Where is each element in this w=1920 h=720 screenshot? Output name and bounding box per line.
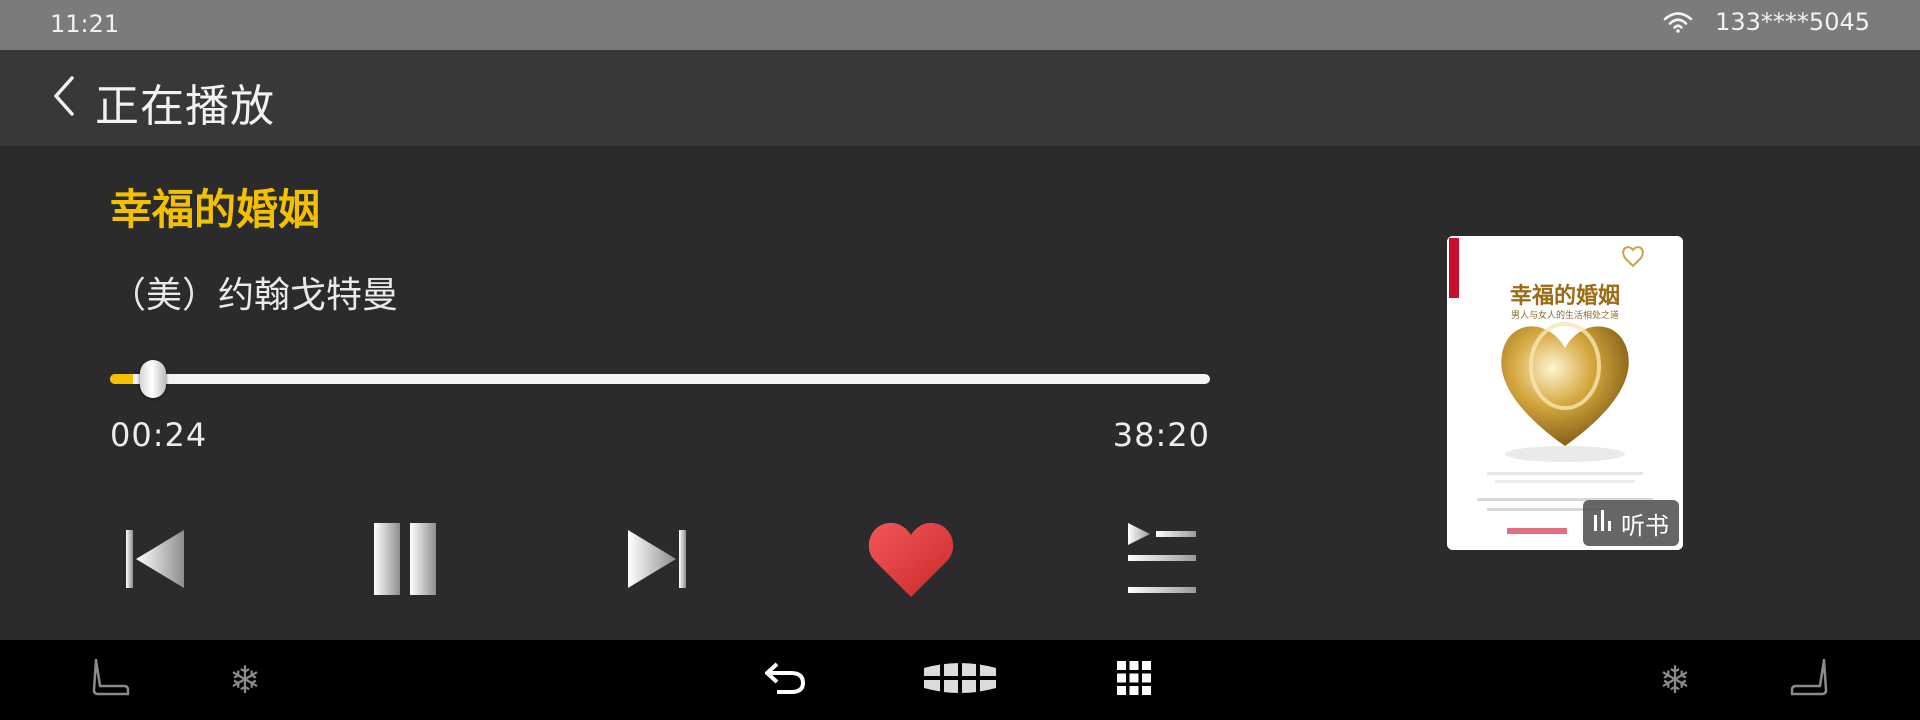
climate-left-button[interactable]: ❄ <box>215 650 275 710</box>
page-title: 正在播放 <box>95 81 275 132</box>
status-right: 133****5045 <box>1663 8 1870 36</box>
listen-badge-label: 听书 <box>1621 511 1669 540</box>
previous-button[interactable] <box>110 516 200 606</box>
author-name: （美）约翰戈特曼 <box>110 275 399 316</box>
return-icon <box>763 658 807 702</box>
book-cover[interactable]: 幸福的婚姻 男人与女人的生活相处之道 听书 <box>1447 236 1683 550</box>
back-button[interactable] <box>44 72 84 124</box>
progress-thumb[interactable] <box>140 360 167 398</box>
snowflake-right-icon: ❄ <box>1659 658 1691 702</box>
climate-right-button[interactable]: ❄ <box>1645 650 1705 710</box>
audio-bars-icon <box>1593 509 1613 537</box>
book-title: 幸福的婚姻 <box>110 185 321 234</box>
bottom-dock: ❄ ❄ <box>0 640 1920 720</box>
cover-title: 幸福的婚姻 <box>1509 284 1620 309</box>
total-duration: 38:20 <box>1112 416 1210 454</box>
seat-right-button[interactable] <box>1780 650 1840 710</box>
seat-left-icon <box>88 656 132 704</box>
listen-badge[interactable]: 听书 <box>1583 500 1679 546</box>
seat-left-button[interactable] <box>80 650 140 710</box>
progress-fill <box>110 374 134 384</box>
home-button[interactable] <box>920 650 1000 710</box>
snowflake-left-icon: ❄ <box>229 658 261 702</box>
status-time: 11:21 <box>50 10 120 38</box>
wifi-icon <box>1663 11 1693 33</box>
progress-slider[interactable] <box>110 360 1210 398</box>
playlist-icon <box>1124 521 1200 601</box>
header: 正在播放 <box>0 50 1920 146</box>
brand-logo-icon <box>920 660 1000 700</box>
skip-previous-icon <box>120 524 190 598</box>
chevron-left-icon <box>50 74 78 122</box>
skip-next-icon <box>622 524 692 598</box>
account-number: 133****5045 <box>1715 8 1870 36</box>
status-bar: 11:21 133****5045 <box>0 0 1920 50</box>
player-panel: 幸福的婚姻 （美）约翰戈特曼 00:24 38:20 幸福的婚姻 男人与女人的生… <box>0 146 1920 640</box>
heart-icon <box>867 519 955 603</box>
next-button[interactable] <box>612 516 702 606</box>
pause-icon <box>370 521 440 601</box>
elapsed-time: 00:24 <box>110 416 208 454</box>
pause-button[interactable] <box>360 516 450 606</box>
cover-subtitle: 男人与女人的生活相处之道 <box>1510 311 1619 321</box>
seat-right-icon <box>1788 656 1832 704</box>
playlist-button[interactable] <box>1117 516 1207 606</box>
favorite-button[interactable] <box>866 516 956 606</box>
apps-button[interactable] <box>1104 650 1164 710</box>
app-grid-icon <box>1116 660 1152 700</box>
return-button[interactable] <box>755 650 815 710</box>
